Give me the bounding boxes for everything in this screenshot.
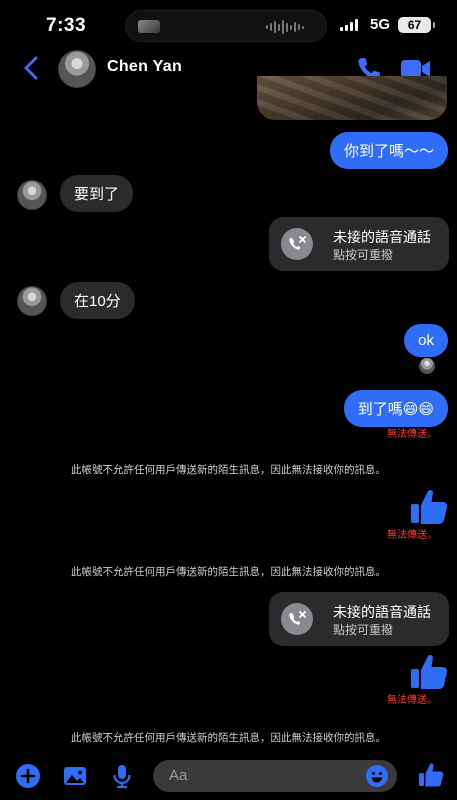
contact-name[interactable]: Chen Yan [107, 58, 182, 76]
send-failed-label[interactable]: 無法傳送。 [387, 526, 437, 541]
incoming-message[interactable]: 要到了 [60, 175, 134, 212]
status-time: 7:33 [46, 15, 87, 36]
composer-bar: Aa [0, 752, 457, 800]
delivery-notice: 此帳號不允許任何用戶傳送新的陌生訊息，因此無法接收你的訊息。 [71, 566, 386, 578]
dynamic-island [125, 10, 327, 42]
delivery-notice: 此帳號不允許任何用戶傳送新的陌生訊息，因此無法接收你的訊息。 [71, 732, 386, 744]
delivery-notice: 此帳號不允許任何用戶傳送新的陌生訊息，因此無法接收你的訊息。 [71, 464, 386, 476]
audio-wave-icon [266, 19, 304, 35]
missed-call-card[interactable]: 未接的語音通話 點按可重撥 [269, 592, 449, 646]
media-thumbnail-icon [138, 20, 160, 33]
incoming-message[interactable]: 在10分 [60, 282, 135, 319]
missed-call-title: 未接的語音通話 [333, 229, 431, 245]
outgoing-message[interactable]: ok [404, 324, 448, 357]
missed-call-icon [281, 603, 313, 635]
status-bar: 7:33 5G 67 [0, 0, 457, 50]
send-failed-label[interactable]: 無法傳送。 [387, 425, 437, 440]
cellular-signal-icon [340, 19, 358, 31]
thumbs-up-icon[interactable] [409, 487, 449, 527]
missed-call-title: 未接的語音通話 [333, 604, 431, 620]
message-input[interactable]: Aa [153, 760, 397, 792]
read-receipt-avatar [419, 358, 435, 374]
microphone-icon[interactable] [108, 762, 136, 790]
send-failed-label[interactable]: 無法傳送。 [387, 691, 437, 706]
battery-indicator: 67 [398, 17, 435, 33]
missed-call-subtitle: 點按可重撥 [333, 623, 394, 637]
network-type: 5G [370, 16, 391, 33]
outgoing-message[interactable]: 到了嗎😄😄 [343, 390, 448, 427]
missed-call-card[interactable]: 未接的語音通話 點按可重撥 [269, 217, 449, 271]
message-input-placeholder: Aa [169, 767, 188, 784]
thumbs-up-send-icon[interactable] [417, 761, 445, 789]
sender-avatar[interactable] [17, 180, 47, 210]
photo-message-tail[interactable] [257, 76, 447, 120]
missed-call-subtitle: 點按可重撥 [333, 248, 394, 262]
sender-avatar[interactable] [17, 286, 47, 316]
emoji-icon[interactable] [365, 764, 389, 788]
outgoing-message[interactable]: 你到了嗎～～ [329, 132, 448, 169]
back-chevron-icon[interactable] [20, 55, 44, 81]
plus-icon[interactable] [14, 762, 42, 790]
image-icon[interactable] [61, 762, 89, 790]
missed-call-icon [281, 228, 313, 260]
thumbs-up-icon[interactable] [409, 652, 449, 692]
contact-avatar[interactable] [58, 50, 96, 88]
